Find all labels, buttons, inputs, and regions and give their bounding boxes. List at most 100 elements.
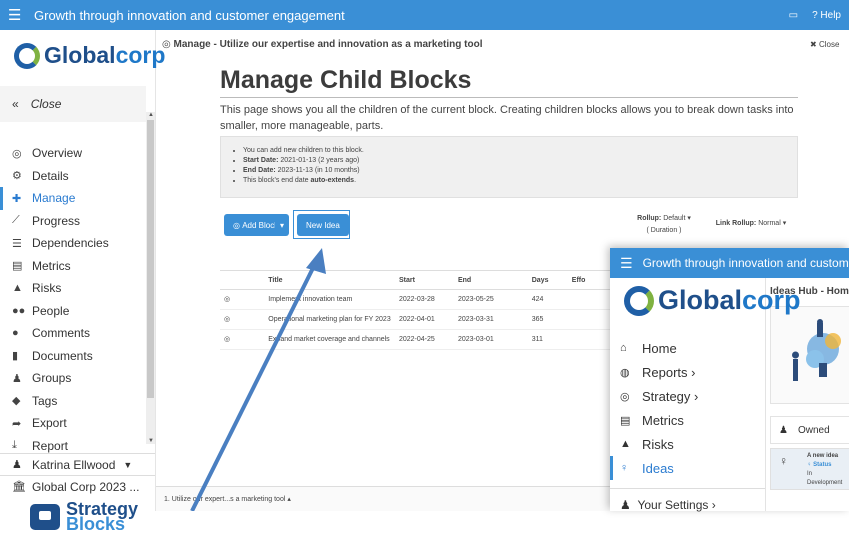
caret-down-icon: ▼ <box>123 459 133 470</box>
info-line: You can add new children to this block. <box>243 146 797 156</box>
col-start[interactable]: Start <box>394 270 454 290</box>
scroll-down-icon[interactable]: ▼ <box>148 438 154 444</box>
mobile-nav-ideas[interactable]: ♀ Ideas <box>610 456 765 480</box>
col-effort[interactable]: Effo <box>567 270 610 290</box>
row-title[interactable]: Implement innovation team <box>264 289 395 310</box>
warning-icon: ▲ <box>12 282 23 295</box>
strategyblocks-logo: Strategy Blocks <box>30 500 138 533</box>
target-icon: ◎ <box>233 220 240 230</box>
row-days: 424 <box>527 289 568 310</box>
row-start: 2022-04-01 <box>394 309 454 330</box>
info-auto-extends: This block's end date auto-extends. <box>243 176 797 186</box>
home-icon: ⌂ <box>620 342 627 354</box>
sidebar-item-groups[interactable]: ♟ Groups <box>0 367 146 390</box>
user-icon: ♟ <box>620 498 631 512</box>
bank-icon: 🏛 <box>12 481 26 493</box>
sidebar-item-risks[interactable]: ▲ Risks <box>0 277 146 300</box>
mobile-nav-reports[interactable]: ◍ Reports › <box>610 360 765 384</box>
idea-status-label: ♀ Status <box>807 462 832 468</box>
comments-icon: ● <box>12 327 19 340</box>
row-end: 2023-03-01 <box>453 329 528 350</box>
close-button[interactable]: ✖ Close <box>810 40 839 49</box>
sidebar-item-comments[interactable]: ● Comments <box>0 322 146 345</box>
groups-icon: ♟ <box>12 372 22 385</box>
help-icon: ? <box>812 9 818 21</box>
sidebar-scrollbar[interactable]: ▲ ▼ <box>146 112 155 444</box>
sidebar-item-metrics[interactable]: ▤ Metrics <box>0 255 146 278</box>
user-menu[interactable]: ♟ Katrina Ellwood ▼ <box>0 453 155 475</box>
idea-card[interactable]: ♀ A new idea ♀ Status In Development <box>770 448 849 490</box>
sidebar-item-export[interactable]: ➦ Export <box>0 412 146 435</box>
monitor-icon[interactable]: ▭ <box>789 10 798 21</box>
target-icon: ◎ <box>220 329 265 350</box>
title-divider <box>220 97 798 98</box>
download-icon: ⤓ <box>12 439 17 452</box>
help-button[interactable]: ? Help <box>812 10 841 21</box>
link-rollup-dropdown[interactable]: Link Rollup: Normal ▾ <box>706 213 796 235</box>
top-bar: ☰ Growth through innovation and customer… <box>0 0 849 30</box>
sidebar-item-tags[interactable]: ◆ Tags <box>0 390 146 413</box>
col-days[interactable]: Days <box>527 270 568 290</box>
caret-down-icon: ▾ <box>782 220 787 227</box>
document-icon: ▮ <box>12 350 19 363</box>
sidebar-item-dependencies[interactable]: ☰ Dependencies <box>0 232 146 255</box>
table-row[interactable]: ◎ Implement innovation team 2022-03-28 2… <box>220 289 610 310</box>
plus-icon: ✚ <box>12 192 22 205</box>
people-icon: ●● <box>12 304 26 317</box>
mobile-globalcorp-logo[interactable]: Globalcorp <box>624 285 801 316</box>
sidebar-item-manage[interactable]: ✚ Manage <box>0 187 146 210</box>
caret-up-icon: ▴ <box>287 496 291 503</box>
row-start: 2022-03-28 <box>394 289 454 310</box>
rollup-dropdown[interactable]: Rollup: Default ▾ ( Duration ) <box>624 213 704 247</box>
sidebar-item-progress[interactable]: ⟋ Progress <box>0 210 146 233</box>
info-end-date: End Date: 2023-11-13 (in 10 months) <box>243 166 797 176</box>
row-title[interactable]: Expand market coverage and channels <box>264 329 395 350</box>
footer-tab[interactable]: 1. Utilize our expert...s a marketing to… <box>164 496 291 503</box>
ideas-hub-illustration-card <box>770 306 849 404</box>
scrollbar-thumb[interactable] <box>147 120 154 398</box>
info-start-date: Start Date: 2021-01-13 (2 years ago) <box>243 156 797 166</box>
mobile-settings-link[interactable]: ♟ Your Settings › <box>620 498 716 512</box>
table-icon: ▤ <box>12 260 23 273</box>
new-idea-button[interactable]: New Idea <box>297 214 349 236</box>
sidebar-close-button[interactable]: « Close <box>0 86 146 122</box>
double-chevron-left-icon: « <box>12 97 19 111</box>
table-row[interactable]: ◎ Expand market coverage and channels 20… <box>220 329 610 350</box>
logo-mark-icon <box>14 42 40 69</box>
hamburger-icon[interactable]: ☰ <box>0 6 26 24</box>
sidebar-item-documents[interactable]: ▮ Documents <box>0 345 146 368</box>
scroll-up-icon[interactable]: ▲ <box>148 112 154 118</box>
row-end: 2023-03-31 <box>453 309 528 330</box>
owned-section-header[interactable]: ♟ Owned <box>770 416 849 444</box>
mobile-nav-strategy[interactable]: ◎ Strategy › <box>610 384 765 408</box>
mobile-nav-risks[interactable]: ▲ Risks <box>610 432 765 456</box>
app-title: Growth through innovation and customer e… <box>34 7 345 23</box>
row-days: 365 <box>527 309 568 330</box>
add-block-dropdown-button[interactable]: ▾ <box>275 214 290 236</box>
sidebar-item-details[interactable]: ⚙ Details <box>0 165 146 188</box>
sidebar-item-overview[interactable]: ◎ Overview <box>0 142 146 165</box>
caret-down-icon: ▾ <box>687 215 691 222</box>
breadcrumb: ◎ Manage - Utilize our expertise and inn… <box>162 39 483 50</box>
table-row[interactable]: ◎ Operational marketing plan for FY 2023… <box>220 309 610 330</box>
mobile-nav-metrics[interactable]: ▤ Metrics <box>610 408 765 432</box>
mobile-nav-home[interactable]: ⌂ Home <box>610 336 765 360</box>
sidebar-item-people[interactable]: ●● People <box>0 300 146 323</box>
user-icon: ♟ <box>12 459 22 471</box>
row-end: 2023-05-25 <box>453 289 528 310</box>
reports-icon: ◍ <box>620 366 630 379</box>
mobile-app-overlay: ☰ Growth through innovation and customer… <box>610 248 849 512</box>
organization-selector[interactable]: 🏛 Global Corp 2023 ... <box>0 475 155 497</box>
row-title[interactable]: Operational marketing plan for FY 2023 <box>264 309 395 330</box>
close-icon: ✖ <box>810 40 817 49</box>
sidebar: Globalcorp « Close ◎ Overview ⚙ Details ✚ M… <box>0 30 165 533</box>
target-icon: ◎ <box>620 390 630 403</box>
globalcorp-logo[interactable]: Globalcorp <box>14 42 165 69</box>
ideas-illustration <box>792 319 841 381</box>
sidebar-nav: ◎ Overview ⚙ Details ✚ Manage ⟋ Progress ☰ De… <box>0 142 146 457</box>
lightbulb-icon: ♀ <box>620 462 629 474</box>
user-icon: ♟ <box>779 424 788 436</box>
col-end[interactable]: End <box>453 270 528 290</box>
col-title[interactable]: Title <box>264 270 395 290</box>
hamburger-icon[interactable]: ☰ <box>610 255 643 272</box>
